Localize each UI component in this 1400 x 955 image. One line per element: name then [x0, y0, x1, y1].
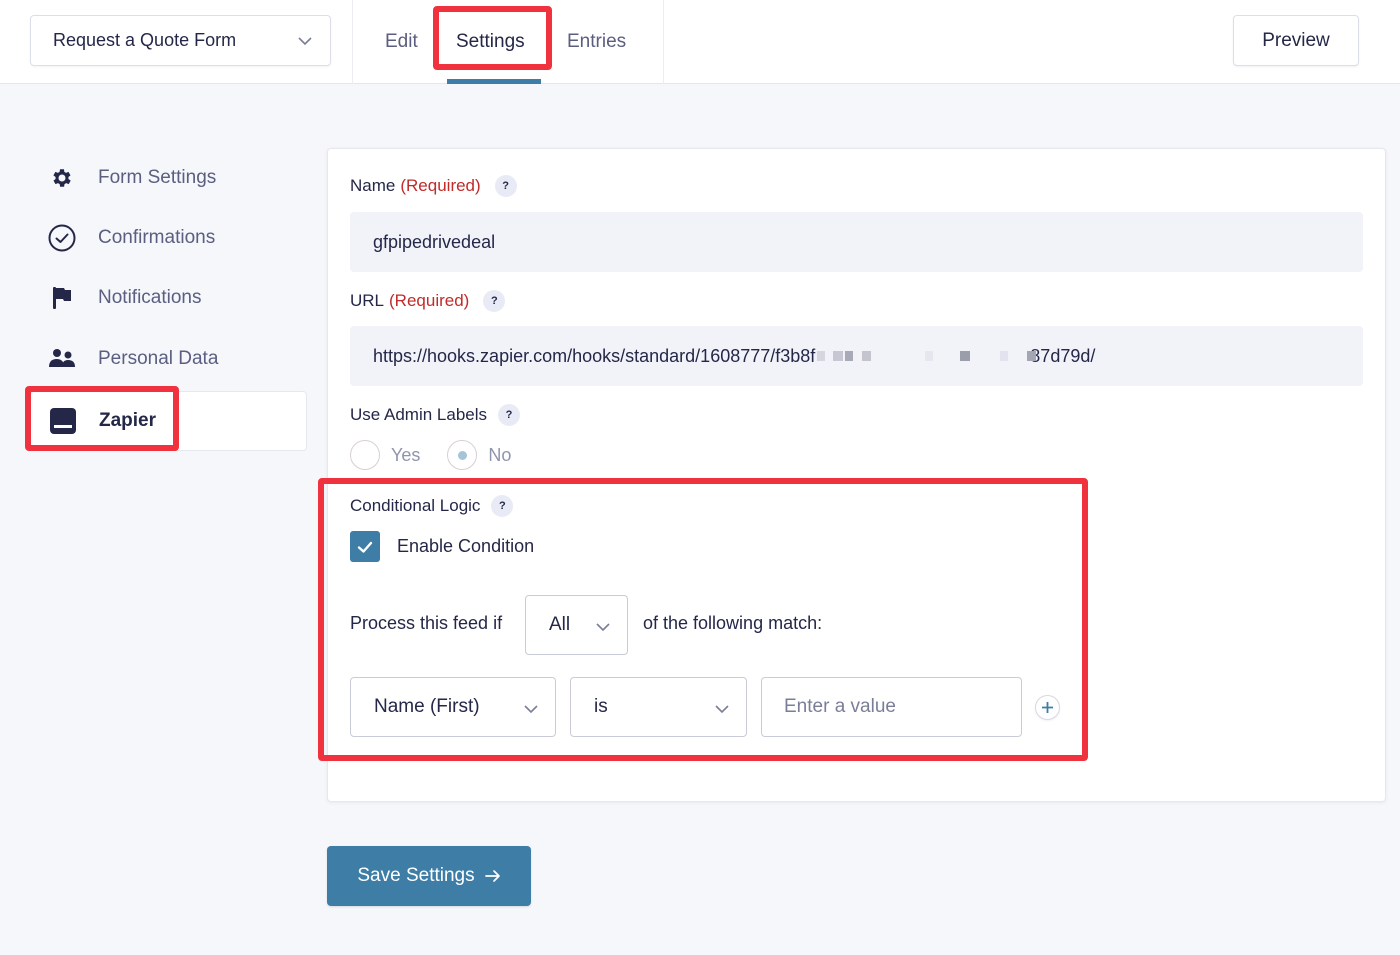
url-label-text: URL	[350, 291, 385, 310]
divider	[663, 0, 664, 84]
plus-icon	[1042, 702, 1053, 713]
required-indicator: (Required)	[400, 176, 481, 195]
top-bar: Request a Quote Form Edit Settings Entri…	[0, 0, 1400, 84]
url-input[interactable]: https://hooks.zapier.com/hooks/standard/…	[350, 326, 1363, 386]
name-label-text: Name	[350, 176, 396, 195]
conditional-logic-field-label: Conditional Logic ?	[350, 495, 514, 517]
rule-field-value: Name (First)	[374, 696, 480, 717]
radio-button[interactable]	[350, 440, 380, 470]
enable-condition-label[interactable]: Enable Condition	[397, 536, 534, 557]
match-type-select[interactable]: All	[525, 595, 628, 655]
active-tab-indicator	[447, 79, 541, 84]
radio-label: No	[488, 444, 512, 465]
url-field-label: URL (Required) ?	[350, 290, 506, 312]
rule-value-input[interactable]: Enter a value	[761, 677, 1022, 737]
sidebar-item-label: Confirmations	[98, 227, 216, 248]
rule-value-placeholder: Enter a value	[784, 696, 896, 717]
rule-operator-select[interactable]: is	[570, 677, 747, 737]
divider	[352, 0, 353, 84]
chevron-down-icon	[524, 705, 538, 714]
rule-field-select[interactable]: Name (First)	[350, 677, 556, 737]
save-settings-button[interactable]: Save Settings	[327, 846, 531, 906]
help-icon[interactable]: ?	[483, 290, 506, 312]
admin-labels-radio-group: Yes No	[350, 439, 538, 471]
sidebar-item-notifications[interactable]: Notifications	[30, 268, 307, 328]
users-icon	[47, 344, 77, 374]
preview-button[interactable]: Preview	[1233, 15, 1359, 66]
rule-operator-value: is	[594, 696, 608, 717]
process-feed-suffix-text: of the following match:	[643, 613, 823, 633]
tab-entries[interactable]: Entries	[567, 0, 626, 84]
required-indicator: (Required)	[389, 291, 470, 310]
url-input-value-suffix: 87d79d/	[1030, 345, 1096, 366]
admin-labels-radio-no[interactable]: No	[447, 440, 511, 470]
sidebar-item-personal-data[interactable]: Personal Data	[30, 329, 307, 389]
sidebar-item-label: Zapier	[99, 410, 157, 431]
sidebar-item-label: Form Settings	[98, 167, 217, 188]
arrow-right-icon	[484, 870, 500, 882]
redacted-segment	[815, 346, 1037, 366]
name-field-label: Name (Required) ?	[350, 175, 517, 197]
add-rule-button[interactable]	[1035, 695, 1060, 720]
tab-entries-label: Entries	[567, 31, 627, 52]
sidebar-item-label: Personal Data	[98, 348, 219, 369]
sidebar-item-zapier[interactable]: Zapier	[30, 391, 307, 451]
url-input-value-prefix: https://hooks.zapier.com/hooks/standard/…	[373, 345, 816, 366]
help-icon[interactable]: ?	[494, 175, 517, 197]
chevron-down-icon	[298, 37, 312, 46]
form-selector-value: Request a Quote Form	[53, 30, 237, 50]
tab-edit[interactable]: Edit	[385, 0, 418, 84]
tab-edit-label: Edit	[385, 31, 418, 52]
admin-labels-label-text: Use Admin Labels	[350, 405, 488, 424]
radio-label: Yes	[391, 444, 421, 465]
gear-icon	[47, 163, 77, 193]
tab-settings-label: Settings	[456, 31, 525, 52]
sidebar-item-label: Notifications	[98, 287, 202, 308]
enable-condition-checkbox[interactable]	[350, 531, 380, 562]
chevron-down-icon	[596, 623, 610, 632]
name-input[interactable]: gfpipedrivedeal	[350, 212, 1363, 272]
help-icon[interactable]: ?	[498, 404, 521, 426]
checkmark-icon	[357, 541, 373, 553]
sidebar-item-confirmations[interactable]: Confirmations	[30, 208, 307, 268]
sidebar-item-form-settings[interactable]: Form Settings	[30, 148, 307, 208]
admin-labels-radio-yes[interactable]: Yes	[350, 440, 420, 470]
chevron-down-icon	[715, 705, 729, 714]
name-input-value: gfpipedrivedeal	[373, 231, 496, 252]
admin-labels-field-label: Use Admin Labels ?	[350, 404, 521, 426]
radio-button[interactable]	[447, 440, 478, 470]
save-settings-label: Save Settings	[357, 865, 475, 886]
form-selector-dropdown[interactable]: Request a Quote Form	[30, 15, 331, 66]
check-circle-icon	[47, 223, 77, 253]
flag-icon	[47, 283, 77, 313]
tab-settings[interactable]: Settings	[456, 0, 525, 84]
zapier-icon	[48, 406, 78, 436]
process-feed-prefix-text: Process this feed if	[350, 613, 503, 633]
preview-button-label: Preview	[1262, 29, 1330, 51]
conditional-logic-label-text: Conditional Logic	[350, 496, 481, 515]
help-icon[interactable]: ?	[491, 495, 514, 517]
match-type-value: All	[549, 614, 571, 635]
